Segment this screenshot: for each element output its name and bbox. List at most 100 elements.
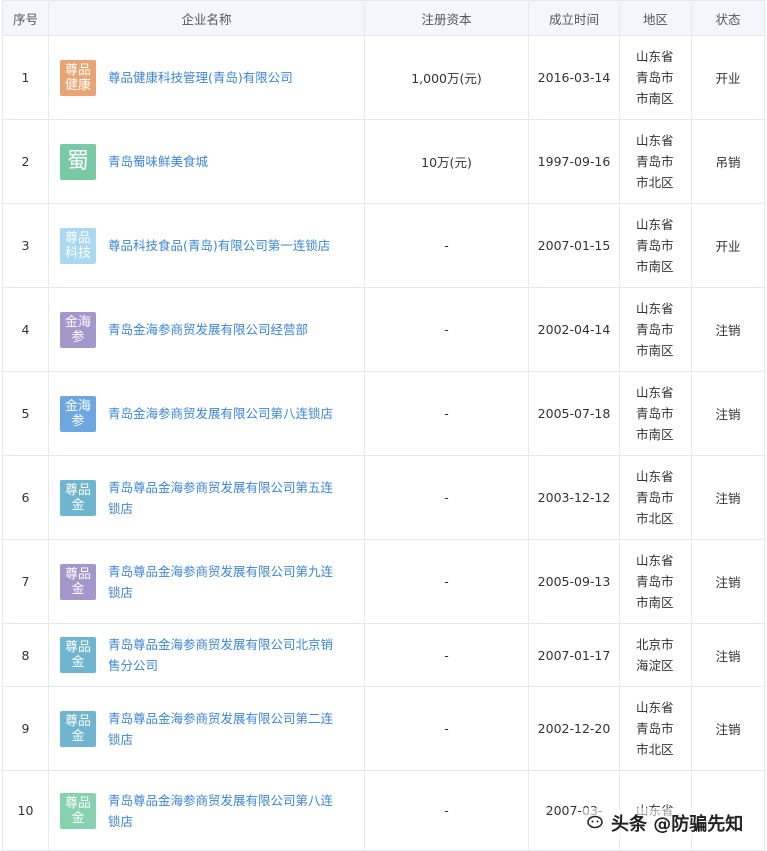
registered-capital: -: [364, 203, 529, 288]
company-logo-icon: 尊品 健康: [60, 59, 96, 96]
company-name-cell: 尊品金青岛尊品金海参商贸发展有限公司第五连锁店: [48, 455, 365, 540]
row-index: 10: [2, 770, 49, 851]
registered-capital: -: [364, 623, 529, 687]
region: 山东省 青岛市 市南区: [619, 35, 692, 120]
table-row[interactable]: 3 尊品 科技 尊品科技食品(青岛)有限公司第一连锁店 -2007-01-15 山东省 青岛…: [2, 203, 765, 288]
status-badge: 注销: [691, 686, 765, 771]
company-logo-icon: 尊品 科技: [60, 227, 96, 264]
row-index: 8: [2, 623, 49, 687]
header-region[interactable]: 地区: [619, 0, 692, 36]
status-badge: 吊销: [691, 119, 765, 204]
company-name-link[interactable]: 尊品健康科技管理(青岛)有限公司: [108, 67, 340, 88]
founded-date: 2005-07-18: [528, 371, 620, 456]
company-logo-icon: 尊品金: [60, 563, 96, 600]
region: 山东省 青岛市 市北区: [619, 686, 692, 771]
row-index: 4: [2, 287, 49, 372]
founded-date: 2007-01-15: [528, 203, 620, 288]
company-logo-icon: 金海参: [60, 311, 96, 348]
row-index: 6: [2, 455, 49, 540]
wechat-bubble-icon: [587, 815, 603, 829]
row-index: 9: [2, 686, 49, 771]
company-table: 序号 企业名称 注册资本 成立时间 地区 状态 1 尊品 健康 尊品健康科技管理(青岛…: [2, 0, 765, 851]
company-logo-icon: 金海参: [60, 395, 96, 432]
status-badge: 注销: [691, 623, 765, 687]
logo-text: 尊品金: [64, 482, 91, 513]
company-name-link[interactable]: 青岛蜀味鲜美食城: [108, 151, 340, 172]
company-name-cell: 金海参青岛金海参商贸发展有限公司第八连锁店: [48, 371, 365, 456]
logo-text: 金海参: [64, 314, 91, 345]
company-name-cell: 尊品金青岛尊品金海参商贸发展有限公司第九连锁店: [48, 539, 365, 624]
founded-date: 1997-09-16: [528, 119, 620, 204]
logo-text: 尊品金: [64, 640, 91, 670]
logo-text: 尊品 科技: [64, 230, 91, 261]
region: 山东省 青岛市 市北区: [619, 455, 692, 540]
row-index: 7: [2, 539, 49, 624]
table-header-row: 序号 企业名称 注册资本 成立时间 地区 状态: [2, 0, 765, 36]
company-name-link[interactable]: 尊品科技食品(青岛)有限公司第一连锁店: [108, 235, 340, 256]
founded-date: 2003-12-12: [528, 455, 620, 540]
founded-date: 2002-12-20: [528, 686, 620, 771]
registered-capital: 10万(元): [364, 119, 529, 204]
company-name-link[interactable]: 青岛金海参商贸发展有限公司经营部: [108, 319, 340, 340]
table-row[interactable]: 8 尊品金青岛尊品金海参商贸发展有限公司北京销售分公司 -2007-01-17 北京市…: [2, 623, 765, 687]
region: 山东省 青岛市 市南区: [619, 203, 692, 288]
table-row[interactable]: 1 尊品 健康 尊品健康科技管理(青岛)有限公司 1,000万(元) 2016-03-14…: [2, 35, 765, 120]
region: 北京市 海淀区: [619, 623, 692, 687]
founded-date: 2005-09-13: [528, 539, 620, 624]
header-company-name[interactable]: 企业名称: [48, 0, 365, 36]
header-founded-date[interactable]: 成立时间: [528, 0, 620, 36]
registered-capital: 1,000万(元): [364, 35, 529, 120]
company-logo-icon: 尊品金: [60, 710, 96, 747]
company-logo-icon: 尊品金: [60, 637, 96, 673]
company-name-cell: 蜀青岛蜀味鲜美食城: [48, 119, 365, 204]
registered-capital: -: [364, 686, 529, 771]
region: 山东省 青岛市 市北区: [619, 119, 692, 204]
company-name-link[interactable]: 青岛尊品金海参商贸发展有限公司第二连锁店: [108, 708, 340, 750]
company-name-link[interactable]: 青岛尊品金海参商贸发展有限公司第九连锁店: [108, 561, 340, 603]
header-registered-capital[interactable]: 注册资本: [364, 0, 529, 36]
company-logo-icon: 蜀: [60, 143, 96, 180]
status-badge: 注销: [691, 287, 765, 372]
registered-capital: -: [364, 770, 529, 851]
logo-text: 尊品金: [64, 566, 91, 597]
company-name-link[interactable]: 青岛金海参商贸发展有限公司第八连锁店: [108, 403, 340, 424]
company-name-link[interactable]: 青岛尊品金海参商贸发展有限公司北京销售分公司: [108, 634, 340, 676]
company-logo-icon: 尊品金: [60, 479, 96, 516]
table-row[interactable]: 5 金海参青岛金海参商贸发展有限公司第八连锁店 -2005-07-18 山东省 青岛市市…: [2, 371, 765, 456]
logo-text: 金海参: [64, 398, 91, 429]
registered-capital: -: [364, 371, 529, 456]
logo-text: 尊品金: [64, 713, 91, 744]
watermark: 头条 @防骗先知: [583, 808, 748, 838]
watermark-text: 头条 @防骗先知: [611, 814, 744, 835]
status-badge: 注销: [691, 455, 765, 540]
founded-date: 2007-01-17: [528, 623, 620, 687]
row-index: 1: [2, 35, 49, 120]
logo-text: 蜀: [66, 148, 89, 174]
table-row[interactable]: 6 尊品金青岛尊品金海参商贸发展有限公司第五连锁店 -2003-12-12 山东省 青岛…: [2, 455, 765, 540]
registered-capital: -: [364, 455, 529, 540]
status-badge: 注销: [691, 371, 765, 456]
company-name-link[interactable]: 青岛尊品金海参商贸发展有限公司第五连锁店: [108, 477, 340, 519]
logo-text: 尊品 健康: [64, 62, 91, 93]
founded-date: 2016-03-14: [528, 35, 620, 120]
table-row[interactable]: 7 尊品金青岛尊品金海参商贸发展有限公司第九连锁店 -2005-09-13 山东省 青岛…: [2, 539, 765, 624]
region: 山东省 青岛市 市南区: [619, 287, 692, 372]
table-row[interactable]: 2 蜀青岛蜀味鲜美食城 10万(元) 1997-09-16 山东省 青岛市 市北区 吊销: [2, 119, 765, 204]
company-name-link[interactable]: 青岛尊品金海参商贸发展有限公司第八连锁店: [108, 790, 340, 832]
company-name-cell: 尊品 科技 尊品科技食品(青岛)有限公司第一连锁店: [48, 203, 365, 288]
table-row[interactable]: 4 金海参青岛金海参商贸发展有限公司经营部 -2002-04-14 山东省 青岛市 市南区…: [2, 287, 765, 372]
registered-capital: -: [364, 539, 529, 624]
status-badge: 开业: [691, 203, 765, 288]
table-row[interactable]: 9 尊品金青岛尊品金海参商贸发展有限公司第二连锁店 -2002-12-20 山东省 青岛…: [2, 686, 765, 771]
company-name-cell: 尊品 健康 尊品健康科技管理(青岛)有限公司: [48, 35, 365, 120]
region: 山东省 青岛市 市南区: [619, 371, 692, 456]
header-status[interactable]: 状态: [691, 0, 765, 36]
registered-capital: -: [364, 287, 529, 372]
founded-date: 2002-04-14: [528, 287, 620, 372]
status-badge: 注销: [691, 539, 765, 624]
company-logo-icon: 尊品金: [60, 792, 96, 829]
header-index[interactable]: 序号: [2, 0, 49, 36]
status-badge: 开业: [691, 35, 765, 120]
company-name-cell: 尊品金青岛尊品金海参商贸发展有限公司第八连锁店: [48, 770, 365, 851]
company-name-cell: 尊品金青岛尊品金海参商贸发展有限公司北京销售分公司: [48, 623, 365, 687]
